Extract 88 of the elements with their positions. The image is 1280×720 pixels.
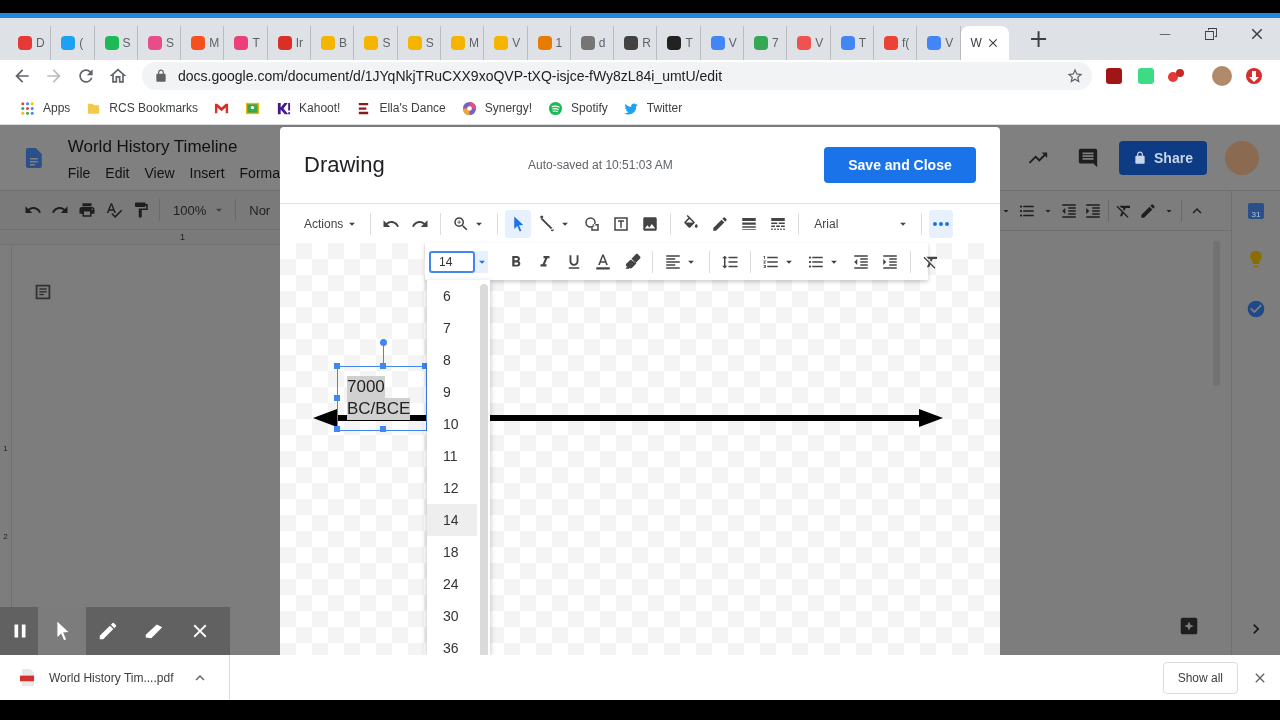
font-size-option[interactable]: 9 [427, 376, 477, 408]
scrollbar[interactable] [480, 284, 488, 655]
extension-icon[interactable] [1244, 66, 1264, 86]
new-tab-button[interactable]: + [1022, 25, 1055, 53]
more-icon [933, 221, 950, 226]
shape-icon [583, 214, 602, 233]
document-title[interactable]: World History Timeline [67, 137, 280, 157]
comment-icon[interactable] [1077, 146, 1099, 169]
autosave-status: Auto-saved at 10:51:03 AM [528, 158, 673, 172]
style-dropdown[interactable]: Nor [249, 202, 271, 218]
select-button[interactable] [505, 209, 532, 238]
menu-item[interactable]: File [67, 165, 91, 181]
menu-item[interactable]: Insert [189, 165, 225, 181]
address-bar[interactable]: docs.google.com/document/d/1JYqNkjTRuCXX9xoQVP-tXQ-isjce-fWy8zL84i_umtU/edit [142, 62, 1092, 90]
font-size-option[interactable]: 12 [427, 472, 477, 504]
explore-icon[interactable] [1178, 615, 1200, 637]
align-left-icon [664, 252, 682, 271]
line-icon [538, 214, 557, 233]
synergy-icon [461, 100, 477, 116]
bookmark[interactable]: Kahoot! [276, 100, 341, 116]
drawing-canvas[interactable]: 7000 BC/BCE 14 6 7 8 9 10 11 12 14 18 24 30 36 [280, 243, 1000, 655]
font-size-option[interactable]: 14 [427, 504, 477, 536]
decrease-indent-icon [852, 252, 870, 271]
pencil-icon [711, 214, 730, 233]
resize-handle[interactable] [380, 363, 386, 369]
bookmark[interactable]: Spotify [548, 100, 608, 116]
font-size-option[interactable]: 10 [427, 408, 477, 440]
star-icon[interactable] [1066, 67, 1084, 85]
classroom-icon [245, 100, 261, 116]
paint-roller-icon[interactable] [132, 201, 150, 219]
rotate-handle[interactable] [380, 339, 387, 346]
pencil-icon [97, 620, 119, 642]
zoom-dropdown[interactable]: 100% [173, 202, 227, 218]
pdf-file-icon [20, 669, 35, 686]
font-size-option[interactable]: 36 [427, 632, 477, 655]
font-size-option[interactable]: 18 [427, 536, 477, 568]
lock-icon [154, 69, 168, 83]
url-text: docs.google.com/document/d/1JYqNkjTRuCXX9xoQVP-tXQ-isjce-fWy8zL84i_umtU/edit [178, 68, 723, 84]
image-icon [641, 214, 660, 233]
pointer-button[interactable] [38, 607, 86, 655]
avatar[interactable] [1212, 66, 1232, 86]
pencil-icon[interactable] [1139, 201, 1157, 220]
increase-indent-icon [881, 252, 899, 271]
resize-handle[interactable] [334, 426, 340, 432]
bookmark[interactable]: Twitter [623, 100, 683, 116]
ruler-mark: 1 [180, 232, 185, 242]
save-and-close-button[interactable]: Save and Close [824, 147, 976, 183]
actions-menu[interactable]: Actions [300, 212, 364, 235]
resize-handle[interactable] [334, 395, 340, 401]
spotify-icon [548, 100, 564, 116]
menu-item[interactable]: Edit [105, 165, 130, 181]
print-icon[interactable] [78, 201, 96, 219]
bookmark[interactable]: Synergy! [461, 100, 533, 116]
restore-icon[interactable] [1202, 25, 1220, 43]
menu-item[interactable]: View [144, 165, 175, 181]
font-size-option[interactable]: 7 [427, 312, 477, 344]
font-dropdown[interactable]: Arial [806, 216, 915, 231]
more-button[interactable] [929, 209, 954, 238]
increase-indent-icon[interactable] [1084, 201, 1102, 220]
highlighter-icon [623, 252, 641, 271]
reload-icon[interactable] [76, 66, 96, 86]
apps-grid-icon [20, 100, 35, 116]
font-size-option[interactable]: 30 [427, 600, 477, 632]
text-box-icon [612, 214, 631, 233]
text-color-icon [594, 252, 612, 271]
share-button[interactable]: Share [1119, 140, 1207, 175]
font-size-option[interactable]: 11 [427, 440, 477, 472]
ruler-mark: 2 [3, 533, 8, 541]
home-icon[interactable] [108, 66, 128, 86]
resize-handle[interactable] [334, 363, 340, 369]
kahoot-icon [276, 100, 292, 116]
ruler-mark: 1 [3, 445, 8, 453]
font-size-option[interactable]: 24 [427, 568, 477, 600]
menu-item[interactable]: Forma [239, 165, 280, 181]
show-all-button[interactable]: Show all [1162, 661, 1238, 694]
bookmark[interactable]: Ella's Dance [356, 100, 446, 116]
bookmark[interactable]: RCS Bookmarks [86, 100, 199, 116]
spellcheck-icon[interactable] [105, 201, 123, 219]
font-size-option[interactable]: 6 [427, 280, 477, 312]
font-size-option[interactable]: 8 [427, 344, 477, 376]
bookmark[interactable]: Apps [20, 100, 71, 116]
decrease-indent-icon[interactable] [1060, 201, 1078, 220]
browser-tab[interactable]: W [960, 26, 1009, 60]
calendar-icon[interactable]: 31 [1248, 203, 1264, 219]
dialog-title: Drawing [304, 152, 386, 178]
lock-icon [1133, 150, 1148, 165]
bookmark[interactable] [245, 100, 261, 116]
resize-handle[interactable] [380, 426, 386, 432]
